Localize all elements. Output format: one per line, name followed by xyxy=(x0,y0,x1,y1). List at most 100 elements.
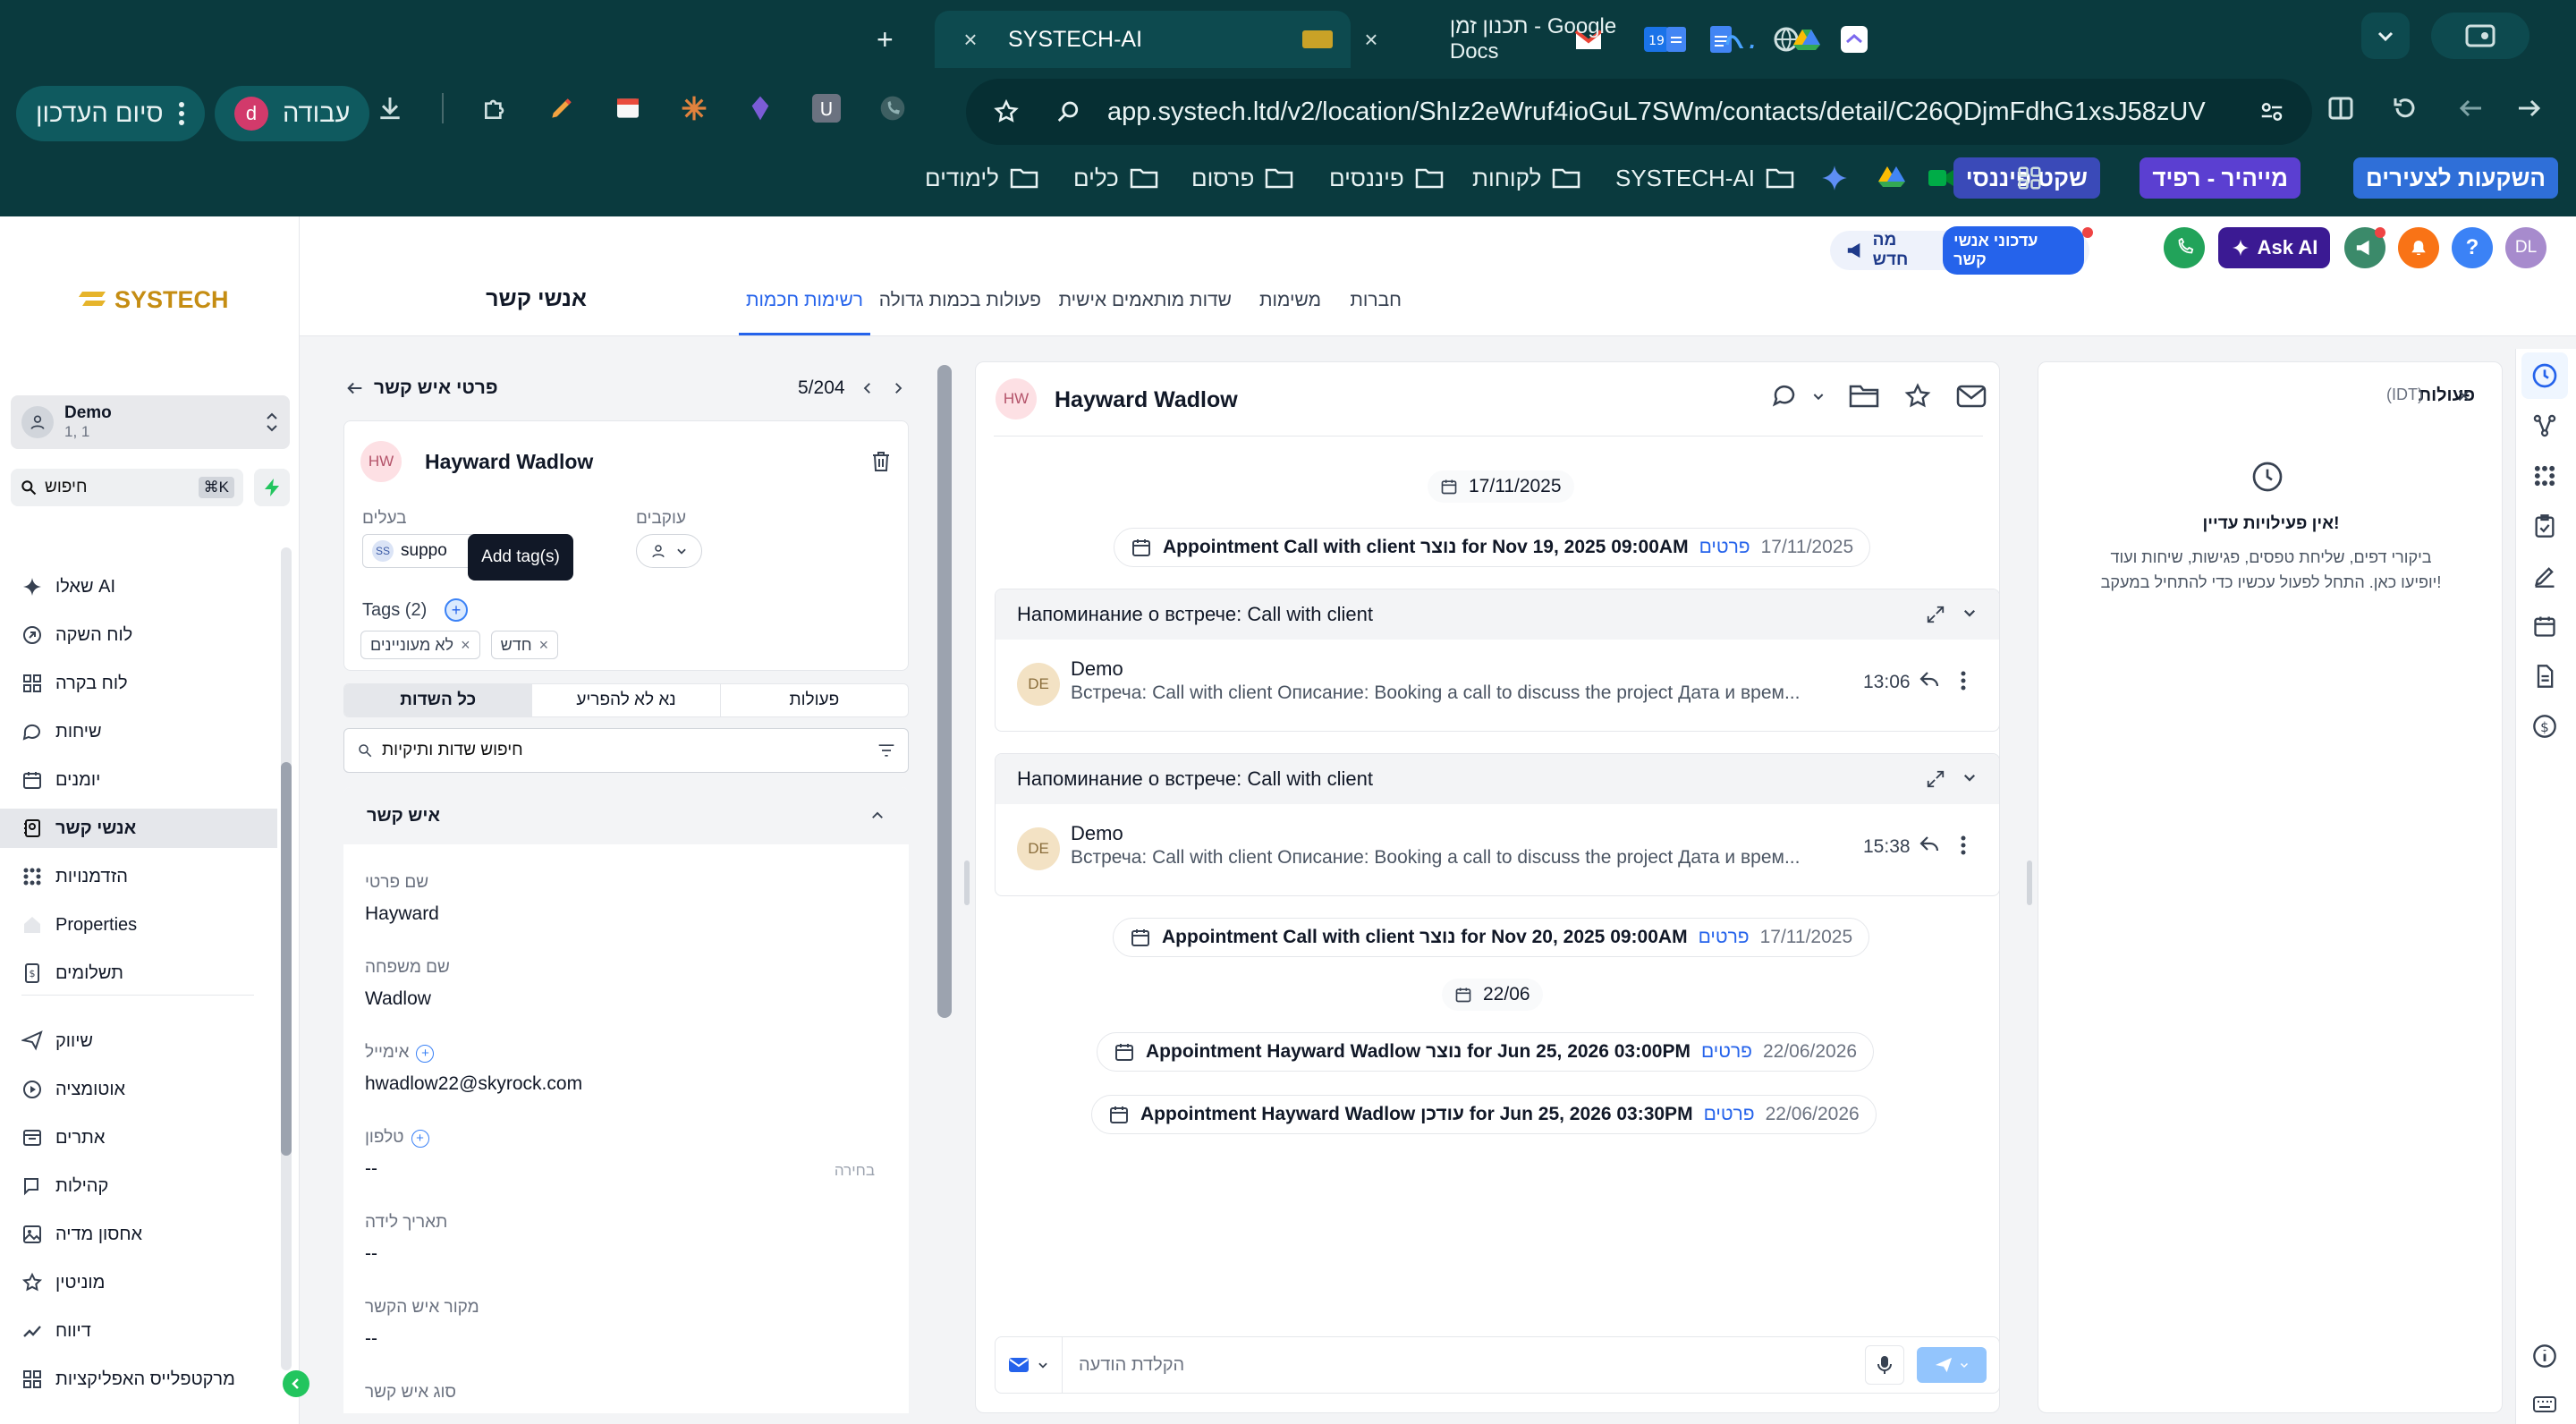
bookmark-folder-tools[interactable]: כלים xyxy=(1073,157,1158,199)
field-row[interactable]: תאריך לידה -- xyxy=(365,1213,893,1284)
bookmark-folder-systech[interactable]: SYSTECH-AI xyxy=(1615,157,1794,199)
address-bar[interactable]: app.systech.ltd/v2/location/ShIz2eWruf4i… xyxy=(966,79,2312,145)
composer-input[interactable]: הקלדת הודעה xyxy=(1063,1355,1865,1376)
field-value[interactable]: hwadlow22@skyrock.com xyxy=(365,1073,893,1095)
payments-rail-icon[interactable]: $ xyxy=(2529,710,2561,742)
phone-country-hint[interactable]: בחירה xyxy=(835,1162,875,1180)
new-tab-button[interactable]: + xyxy=(877,11,894,68)
field-value[interactable]: -- xyxy=(365,1328,893,1350)
next-contact-button[interactable] xyxy=(890,380,906,396)
event-details-link[interactable]: פרטים xyxy=(1699,927,1750,948)
prev-contact-button[interactable] xyxy=(860,380,876,396)
activity-rail-icon[interactable] xyxy=(2529,360,2561,392)
account-switcher[interactable]: Demo 1, 1 xyxy=(11,395,290,449)
store-extension-icon[interactable] xyxy=(614,94,642,123)
close-activity-button[interactable]: × xyxy=(2457,382,2470,410)
bookmark-folder-finance[interactable]: פיננסים xyxy=(1329,157,1444,199)
sidebar-item-8[interactable]: $ תשלומים xyxy=(21,954,263,993)
site-settings-icon[interactable] xyxy=(2258,98,2285,125)
pencil-extension-icon[interactable] xyxy=(547,94,576,123)
field-value[interactable]: Hayward xyxy=(365,903,893,925)
field-value[interactable]: -- xyxy=(365,1243,893,1265)
meta-icon[interactable] xyxy=(1724,30,1756,48)
gem-extension-icon[interactable] xyxy=(746,94,775,123)
u-extension-icon[interactable]: U xyxy=(812,94,841,123)
bookmark-folder-learning[interactable]: לימודים xyxy=(925,157,1038,199)
notes-rail-icon[interactable] xyxy=(2529,560,2561,592)
close-tab-icon[interactable]: × xyxy=(953,21,988,57)
bookmark-folder-clients[interactable]: לקוחות xyxy=(1472,157,1580,199)
message-menu-button[interactable] xyxy=(1960,835,1967,856)
tab-google-docs[interactable]: × תכנון זמן - Google Docs xyxy=(1355,11,1820,68)
download-icon[interactable] xyxy=(376,94,404,123)
keyboard-rail-icon[interactable] xyxy=(2529,1388,2561,1420)
add-field-value-icon[interactable]: + xyxy=(416,1044,435,1063)
field-row[interactable]: אימייל + hwadlow22@skyrock.com xyxy=(365,1043,893,1115)
field-row[interactable]: שם משפחה Wadlow xyxy=(365,958,893,1030)
tab-search-button[interactable] xyxy=(2361,13,2410,59)
bookmark-chip-investments[interactable]: השקעות לצעירים xyxy=(2353,157,2558,199)
channel-select[interactable] xyxy=(1772,382,1826,411)
delete-contact-button[interactable] xyxy=(870,450,892,473)
phone-extension-icon[interactable] xyxy=(878,94,907,123)
documents-rail-icon[interactable] xyxy=(2529,660,2561,692)
subtab-dnd[interactable]: נא לא להפריע xyxy=(531,684,719,716)
subtab-all-fields[interactable]: כל השדות xyxy=(344,684,532,716)
message-snippet[interactable]: Встреча: Call with client Описание: Book… xyxy=(1071,847,1800,869)
reply-button[interactable] xyxy=(1919,835,1940,854)
subtab-actions[interactable]: פעולות xyxy=(719,684,908,716)
field-search[interactable]: חיפוש שדות ותיקיות xyxy=(343,728,909,773)
ask-ai-button[interactable]: Ask AI xyxy=(2218,227,2330,268)
field-value[interactable]: -- xyxy=(365,1158,893,1180)
send-button[interactable] xyxy=(1917,1347,1987,1383)
calendar-rail-icon[interactable] xyxy=(2529,610,2561,642)
tab-tasks[interactable]: משימות xyxy=(1259,290,1321,311)
sidebar-item-2[interactable]: לוח בקרה xyxy=(21,664,263,703)
drive-icon[interactable] xyxy=(1793,28,1820,51)
workflow-rail-icon[interactable] xyxy=(2529,410,2561,442)
sidebar-item-5[interactable]: אנשי קשר xyxy=(0,809,277,848)
collapse-sidebar-button[interactable] xyxy=(283,1370,309,1397)
drive-bookmark-icon[interactable] xyxy=(1878,165,1905,188)
info-rail-icon[interactable] xyxy=(2529,1340,2561,1372)
sidebar-item-6[interactable]: הזדמנויות xyxy=(21,857,263,896)
voice-button[interactable] xyxy=(1865,1345,1904,1385)
user-avatar[interactable]: DL xyxy=(2505,227,2546,268)
quick-action-button[interactable] xyxy=(254,469,290,506)
meet-bookmark-icon[interactable] xyxy=(1927,165,1955,191)
event-details-link[interactable]: פרטים xyxy=(1701,1041,1752,1063)
apps-grid-icon[interactable] xyxy=(2016,165,2043,191)
remove-tag-icon[interactable]: × xyxy=(461,636,470,655)
field-row[interactable]: טלפון + -- בחירה xyxy=(365,1128,893,1199)
event-details-link[interactable]: פרטים xyxy=(1699,537,1750,558)
sidebar-item-0[interactable]: שאלו AI xyxy=(21,567,263,606)
star-button[interactable] xyxy=(1902,382,1933,411)
gemini-bookmark-icon[interactable] xyxy=(1821,165,1848,191)
field-row[interactable]: שם פרטי Hayward xyxy=(365,873,893,945)
sidebar-item-13[interactable]: אחסון מדיה xyxy=(21,1215,263,1254)
help-button[interactable]: ? xyxy=(2452,227,2493,268)
followers-select[interactable] xyxy=(636,534,702,568)
message-card-header[interactable]: Напоминание о встрече: Call with client xyxy=(996,589,1999,640)
details-scrollbar[interactable] xyxy=(937,365,952,1018)
field-row[interactable]: סוג איש קשר xyxy=(365,1383,893,1413)
sidebar-item-7[interactable]: Properties xyxy=(21,905,263,945)
star-bookmark-icon[interactable] xyxy=(993,98,1020,125)
resize-handle[interactable] xyxy=(2027,860,2032,905)
split-view-icon[interactable] xyxy=(2327,95,2354,122)
sidebar-item-11[interactable]: אתרים xyxy=(21,1118,263,1157)
forward-icon[interactable] xyxy=(2515,95,2542,122)
add-tag-button[interactable]: + xyxy=(445,598,468,622)
tab-custom-fields[interactable]: שדות מותאמים אישית xyxy=(1059,290,1232,311)
sidebar-item-14[interactable]: מוניטין xyxy=(21,1263,263,1302)
composer-channel-select[interactable] xyxy=(996,1337,1063,1393)
window-profile-button[interactable] xyxy=(2431,13,2529,59)
resize-handle[interactable] xyxy=(964,860,970,905)
field-value[interactable]: Wadlow xyxy=(365,988,893,1010)
message-card-header[interactable]: Напоминание о встрече: Call with client xyxy=(996,754,1999,804)
sidebar-item-9[interactable]: שיווק xyxy=(21,1021,263,1061)
tab-contacts[interactable]: אנשי קשר xyxy=(486,286,587,312)
tab-systech[interactable]: × SYSTECH-AI xyxy=(935,11,1351,68)
close-tab-icon[interactable]: × xyxy=(1355,21,1387,57)
reload-icon[interactable] xyxy=(2392,95,2419,122)
